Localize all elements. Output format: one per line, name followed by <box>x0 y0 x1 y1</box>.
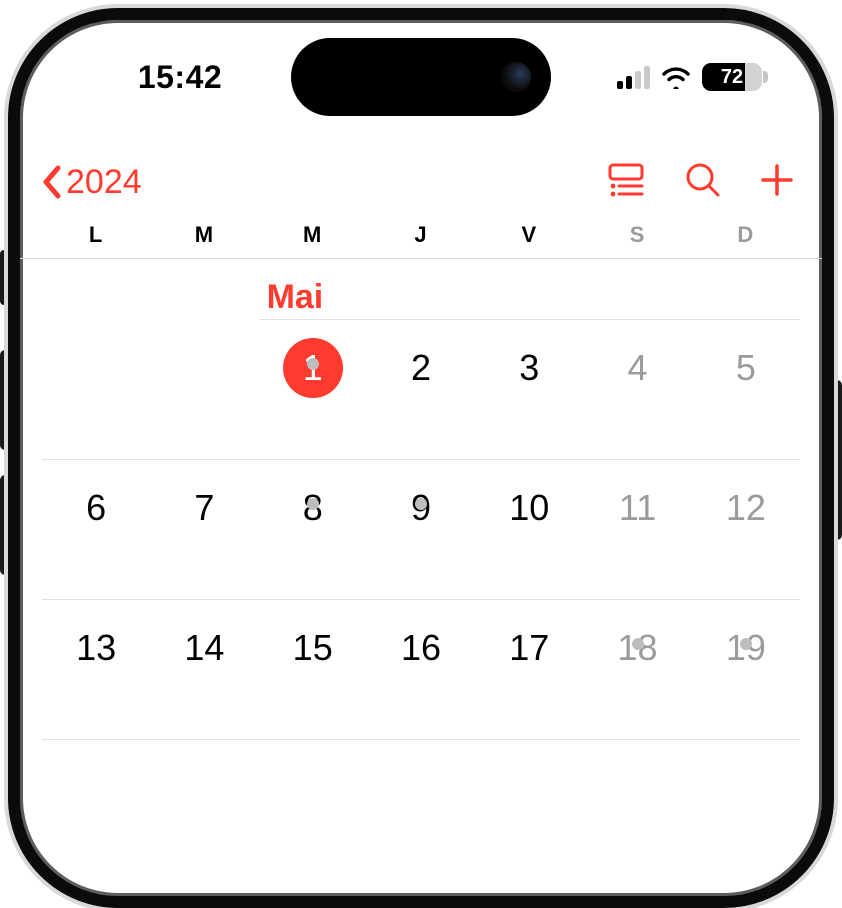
status-time: 15:42 <box>80 59 280 96</box>
calendar-day[interactable]: 4 <box>583 320 691 398</box>
weekday-label: M <box>259 222 367 248</box>
calendar-day[interactable]: 10 <box>475 460 583 538</box>
day-number: 16 <box>391 618 451 678</box>
calendar-day[interactable]: 18 <box>583 600 691 678</box>
calendar-day[interactable]: 11 <box>583 460 691 538</box>
calendar-day[interactable]: 17 <box>475 600 583 678</box>
day-number: 5 <box>716 338 776 398</box>
weekday-label: D <box>692 222 800 248</box>
calendar-day[interactable]: 12 <box>692 460 800 538</box>
plus-icon <box>760 163 794 197</box>
month-header: Mai <box>20 270 822 320</box>
event-dot-icon <box>415 498 427 510</box>
weekday-label: V <box>475 222 583 248</box>
calendar-day-empty <box>42 320 150 338</box>
day-number: 6 <box>66 478 126 538</box>
calendar-day[interactable]: 19 <box>692 600 800 678</box>
calendar-day[interactable]: 16 <box>367 600 475 678</box>
battery-percent: 72 <box>721 66 743 89</box>
calendar-day[interactable]: 3 <box>475 320 583 398</box>
wifi-icon <box>660 65 692 89</box>
month-label: Mai <box>261 272 324 317</box>
search-icon <box>684 161 722 199</box>
day-number: 7 <box>174 478 234 538</box>
calendar-day[interactable]: 13 <box>42 600 150 678</box>
day-number: 17 <box>499 618 559 678</box>
event-dot-icon <box>740 638 752 650</box>
day-number: 3 <box>499 338 559 398</box>
calendar-grid: 12345678910111213141516171819 <box>20 320 822 740</box>
list-view-icon <box>606 163 646 197</box>
calendar-day[interactable]: 14 <box>150 600 258 678</box>
nav-bar: 2024 <box>20 150 822 214</box>
cellular-signal-icon <box>617 66 650 89</box>
day-number: 15 <box>283 618 343 678</box>
battery-indicator: 72 <box>702 63 762 91</box>
weekday-label: L <box>42 222 150 248</box>
back-label: 2024 <box>66 163 142 202</box>
back-button[interactable]: 2024 <box>40 163 142 202</box>
calendar-day[interactable]: 8 <box>259 460 367 538</box>
weekday-label: M <box>150 222 258 248</box>
calendar-day[interactable]: 15 <box>259 600 367 678</box>
calendar-day[interactable]: 5 <box>692 320 800 398</box>
calendar-day-empty <box>150 320 258 338</box>
calendar-day[interactable]: 7 <box>150 460 258 538</box>
day-number: 4 <box>608 338 668 398</box>
day-number: 14 <box>174 618 234 678</box>
calendar-day[interactable]: 2 <box>367 320 475 398</box>
add-event-button[interactable] <box>760 163 794 202</box>
day-number: 2 <box>391 338 451 398</box>
calendar-day[interactable]: 6 <box>42 460 150 538</box>
calendar-week: 6789 10 11 12 <box>42 460 800 600</box>
calendar-day[interactable]: 9 <box>367 460 475 538</box>
weekday-label: S <box>583 222 691 248</box>
day-number: 12 <box>716 478 776 538</box>
search-button[interactable] <box>684 161 722 204</box>
weekday-header: LMMJVSD <box>20 222 822 259</box>
phone-frame: 15:42 72 <box>8 8 834 908</box>
chevron-left-icon <box>40 164 64 200</box>
event-dot-icon <box>307 358 319 370</box>
weekday-label: J <box>367 222 475 248</box>
day-number: 10 <box>499 478 559 538</box>
list-view-button[interactable] <box>606 163 646 202</box>
calendar-day[interactable]: 1 <box>259 320 367 398</box>
calendar-week: 13 14 15 16 17 1819 <box>42 600 800 740</box>
day-number: 13 <box>66 618 126 678</box>
day-number: 11 <box>608 478 668 538</box>
event-dot-icon <box>307 498 319 510</box>
calendar-week: 12345 <box>42 320 800 460</box>
status-bar: 15:42 72 <box>20 42 822 112</box>
event-dot-icon <box>632 638 644 650</box>
